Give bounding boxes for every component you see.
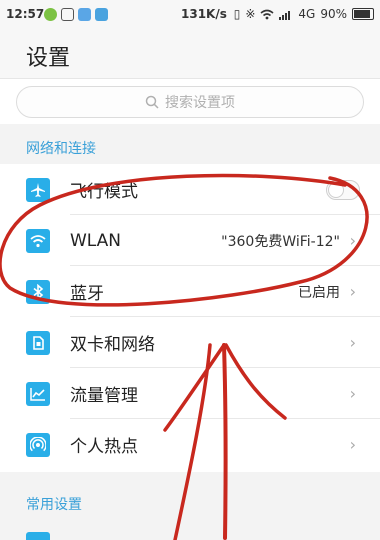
wifi-icon bbox=[26, 228, 50, 253]
airplane-icon bbox=[26, 177, 50, 202]
wlan-network-name: "360免费WiFi-12" bbox=[221, 233, 340, 250]
app-notification-icon bbox=[61, 8, 74, 21]
chart-icon bbox=[26, 381, 50, 406]
signal-icon bbox=[279, 10, 291, 20]
partial-row-icon bbox=[26, 532, 50, 540]
row-bluetooth[interactable]: 蓝牙 已启用 › bbox=[0, 266, 380, 317]
row-wlan[interactable]: WLAN "360免费WiFi-12" › bbox=[0, 215, 380, 266]
signal-type: 4G bbox=[298, 7, 316, 21]
sim-card-icon bbox=[26, 330, 50, 355]
bluetooth-status-icon: ※ bbox=[245, 7, 256, 21]
row-dual-sim[interactable]: 双卡和网络 › bbox=[0, 317, 380, 368]
section-title-common: 常用设置 bbox=[26, 497, 82, 513]
hotspot-icon bbox=[26, 432, 50, 457]
bluetooth-status: 已启用 bbox=[298, 284, 340, 301]
battery-fill bbox=[354, 10, 371, 18]
status-bar: 12:57 131K/s ▯ ※ 4G 90% bbox=[0, 0, 380, 30]
app-notification-icon bbox=[78, 8, 91, 21]
section-title-network: 网络和连接 bbox=[26, 141, 96, 157]
chevron-right-icon: › bbox=[349, 435, 356, 454]
wifi-status-icon bbox=[260, 9, 274, 19]
status-right: ▯ ※ 4G 90% bbox=[234, 7, 374, 21]
airplane-mode-toggle[interactable] bbox=[326, 179, 360, 200]
battery-percent: 90% bbox=[320, 7, 347, 21]
app-notification-icon bbox=[44, 8, 57, 21]
row-label: 个人热点 bbox=[70, 437, 138, 457]
row-label: 蓝牙 bbox=[70, 284, 104, 304]
toggle-knob bbox=[328, 181, 344, 198]
battery-icon bbox=[352, 8, 374, 20]
notification-icons bbox=[44, 8, 108, 21]
chevron-right-icon: › bbox=[349, 231, 356, 250]
vibrate-icon: ▯ bbox=[233, 7, 241, 21]
row-hotspot[interactable]: 个人热点 › bbox=[0, 419, 380, 470]
search-input[interactable]: 搜索设置项 bbox=[16, 86, 364, 118]
search-icon bbox=[145, 95, 159, 109]
app-notification-icon bbox=[95, 8, 108, 21]
row-label: 流量管理 bbox=[70, 386, 138, 406]
row-data-usage[interactable]: 流量管理 › bbox=[0, 368, 380, 419]
network-speed: 131K/s bbox=[181, 7, 227, 21]
row-label: 飞行模式 bbox=[70, 182, 138, 202]
search-placeholder: 搜索设置项 bbox=[165, 95, 235, 111]
app-header: 设置 bbox=[0, 30, 380, 79]
chevron-right-icon: › bbox=[349, 384, 356, 403]
status-time: 12:57 bbox=[6, 7, 45, 21]
chevron-right-icon: › bbox=[349, 282, 356, 301]
row-label: 双卡和网络 bbox=[70, 335, 155, 355]
row-label: WLAN bbox=[70, 230, 122, 251]
bluetooth-icon bbox=[26, 279, 50, 304]
chevron-right-icon: › bbox=[349, 333, 356, 352]
row-airplane-mode[interactable]: 飞行模式 bbox=[0, 164, 380, 215]
page-title: 设置 bbox=[26, 46, 71, 71]
